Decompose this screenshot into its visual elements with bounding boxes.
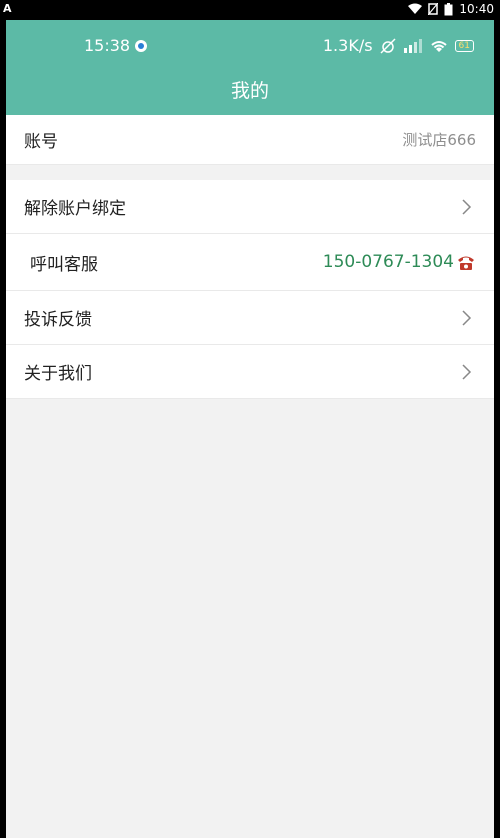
network-speed: 1.3K/s — [322, 36, 373, 55]
inner-time: 15:38 — [84, 36, 131, 55]
account-row: 账号 测试店666 — [6, 115, 494, 165]
wifi-icon — [408, 3, 423, 14]
unbind-account-item[interactable]: 解除账户绑定 — [6, 180, 494, 234]
no-sim-icon — [428, 3, 439, 15]
system-status-icons: 10:40 — [408, 2, 494, 16]
battery-level: 61 — [454, 39, 474, 52]
call-service-item[interactable]: 呼叫客服 150-0767-1304 — [6, 234, 494, 291]
system-status-bar: A 10:40 — [0, 0, 500, 20]
chevron-right-icon — [462, 198, 472, 215]
app-screen: 15:38 1.3K/s 61 我的 账号 测试店666 解除账户绑定 呼叫客服… — [6, 20, 494, 838]
battery-icon — [444, 2, 453, 15]
service-phone-number: 150-0767-1304 — [322, 252, 454, 272]
call-service-label: 呼叫客服 — [30, 254, 98, 275]
system-indicator: A — [3, 2, 12, 15]
device-frame: A 10:40 15:38 1.3K/s 61 我的 账号 测试店666 解除账… — [0, 0, 500, 838]
chevron-right-icon — [462, 309, 472, 326]
feedback-item[interactable]: 投诉反馈 — [6, 291, 494, 345]
page-title: 我的 — [230, 80, 269, 102]
unbind-account-label: 解除账户绑定 — [24, 199, 126, 219]
account-value: 测试店666 — [402, 131, 476, 149]
account-label: 账号 — [24, 132, 58, 152]
inner-status-icons: 1.3K/s 61 — [323, 36, 474, 55]
feedback-label: 投诉反馈 — [24, 310, 92, 330]
about-us-label: 关于我们 — [24, 364, 92, 384]
mute-alarm-icon — [380, 37, 396, 54]
system-time: 10:40 — [459, 2, 494, 16]
phone-icon — [458, 256, 474, 270]
inner-time-group: 15:38 — [84, 36, 148, 55]
wifi-signal-icon — [430, 40, 447, 52]
signal-icon — [403, 38, 422, 53]
inner-status-bar: 15:38 1.3K/s 61 — [6, 36, 494, 58]
service-phone-link[interactable]: 150-0767-1304 — [323, 252, 476, 272]
about-us-item[interactable]: 关于我们 — [6, 345, 494, 399]
chevron-right-icon — [462, 363, 472, 380]
app-header: 15:38 1.3K/s 61 我的 — [6, 20, 494, 115]
notification-dot-icon — [135, 39, 148, 52]
